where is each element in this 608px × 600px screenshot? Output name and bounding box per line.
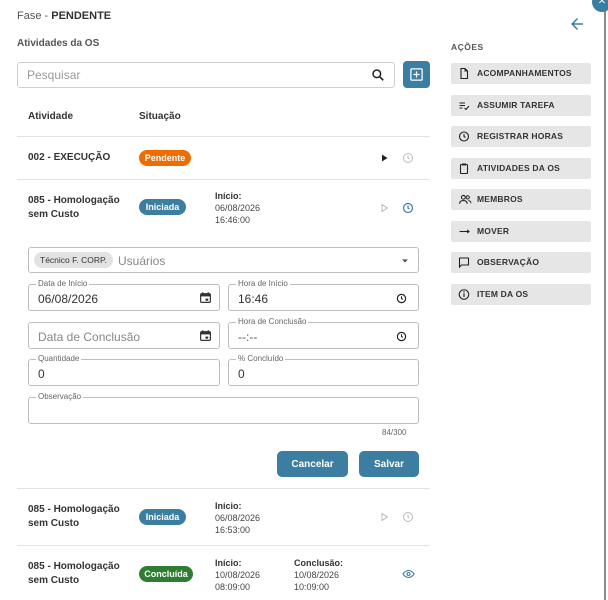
- divider: [17, 545, 430, 546]
- info-icon: [458, 289, 470, 300]
- start-date-field[interactable]: Data de Início 06/08/2026: [28, 279, 220, 311]
- status-badge: Iniciada: [139, 509, 186, 525]
- phase-value: PENDENTE: [51, 10, 112, 22]
- status-badge: Pendente: [139, 150, 191, 166]
- clock-icon[interactable]: [396, 331, 407, 342]
- corner-badge[interactable]: ✕: [592, 0, 608, 12]
- add-box-icon: [410, 68, 423, 81]
- cancel-button[interactable]: Cancelar: [277, 451, 348, 477]
- status-badge: Concluída: [139, 566, 193, 582]
- search-box: [17, 62, 395, 88]
- clipboard-icon: [459, 163, 469, 175]
- save-button[interactable]: Salvar: [359, 451, 419, 477]
- add-activity-button[interactable]: [403, 61, 430, 88]
- chevron-down-icon[interactable]: [400, 256, 410, 266]
- user-chip[interactable]: Técnico F. CORP.: [34, 252, 113, 268]
- action-item-da-os[interactable]: ITEM DA OS: [451, 284, 591, 305]
- row-activity-name: 085 - Homologação sem Custo: [28, 504, 120, 529]
- back-arrow-icon[interactable]: [568, 15, 586, 33]
- header-activity: Atividade: [28, 111, 74, 122]
- clock-icon: [458, 131, 470, 142]
- users-placeholder: Usuários: [118, 254, 166, 268]
- users-select[interactable]: Técnico F. CORP. Usuários: [28, 247, 419, 273]
- search-input[interactable]: [18, 63, 358, 87]
- divider: [17, 136, 430, 137]
- comment-icon: [458, 257, 470, 269]
- end-date-field[interactable]: Data de Conclusão: [28, 322, 220, 349]
- start-info: Início: 06/08/2026 16:46:00: [215, 191, 261, 225]
- end-info: Conclusão: 10/08/2026 10:09:00: [294, 558, 344, 592]
- quantity-field[interactable]: Quantidade 0: [28, 354, 220, 386]
- phase-label: Fase - PENDENTE: [17, 10, 112, 22]
- action-atividades-da-os[interactable]: ATIVIDADES DA OS: [451, 158, 591, 179]
- row-activity-name: 002 - EXECUÇÃO: [28, 152, 111, 163]
- observation-field[interactable]: Observação: [28, 392, 419, 424]
- action-observacao[interactable]: OBSERVAÇÃO: [451, 252, 591, 273]
- row-activity-name: 085 - Homologação sem Custo: [28, 195, 120, 220]
- action-membros[interactable]: MEMBROS: [451, 189, 591, 210]
- clock-icon[interactable]: [402, 202, 414, 214]
- calendar-icon[interactable]: [199, 291, 212, 304]
- people-icon: [459, 194, 472, 204]
- end-time-field[interactable]: Hora de Conclusão --:--: [228, 317, 419, 349]
- end-date-placeholder: Data de Conclusão: [38, 330, 141, 344]
- header-status: Situação: [139, 111, 181, 122]
- actions-title: AÇÕES: [451, 42, 484, 52]
- play-icon[interactable]: [378, 511, 390, 523]
- eye-icon[interactable]: [402, 568, 415, 580]
- search-icon[interactable]: [371, 68, 385, 82]
- row-activity-name: 085 - Homologação sem Custo: [28, 561, 120, 586]
- section-title: Atividades da OS: [17, 38, 100, 49]
- dialog: ✕ Fase - PENDENTE Atividades da OS Ativi…: [0, 0, 608, 600]
- quantity-value: 0: [38, 367, 45, 381]
- divider: [17, 179, 430, 180]
- start-info: Início: 06/08/2026 16:53:00: [215, 501, 261, 535]
- action-acompanhamentos[interactable]: ACOMPANHAMENTOS: [451, 63, 591, 84]
- start-date-value: 06/08/2026: [38, 292, 99, 306]
- start-info: Início: 10/08/2026 08:09:00: [215, 558, 261, 592]
- start-time-value: 16:46: [238, 292, 269, 306]
- end-time-value: --:--: [238, 330, 258, 344]
- play-icon[interactable]: [378, 152, 390, 164]
- clock-icon[interactable]: [396, 293, 407, 304]
- action-registrar-horas[interactable]: REGISTRAR HORAS: [451, 126, 591, 147]
- clock-icon[interactable]: [402, 511, 414, 523]
- percent-done-value: 0: [238, 367, 245, 381]
- percent-done-field[interactable]: % Concluído 0: [228, 354, 419, 386]
- action-mover[interactable]: MOVER: [451, 221, 591, 242]
- clock-icon[interactable]: [402, 152, 414, 164]
- action-assumir-tarefa[interactable]: ASSUMIR TAREFA: [451, 95, 591, 116]
- divider: [17, 488, 430, 489]
- calendar-icon[interactable]: [199, 329, 212, 342]
- status-badge: Iniciada: [139, 199, 186, 215]
- arrow-right-icon: [459, 229, 470, 234]
- document-icon: [460, 67, 469, 80]
- char-counter: 84/300: [382, 428, 407, 437]
- play-icon[interactable]: [378, 202, 390, 214]
- checklist-icon: [459, 102, 470, 111]
- start-time-field[interactable]: Hora de Início 16:46: [228, 279, 419, 311]
